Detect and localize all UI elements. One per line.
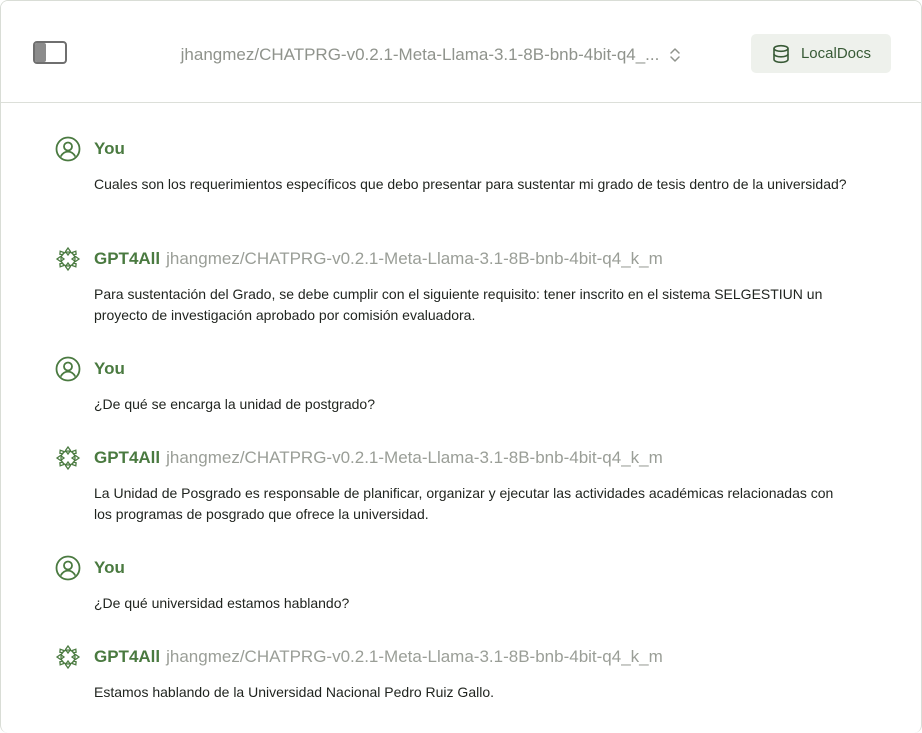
localdocs-label: LocalDocs	[800, 45, 872, 62]
message-author: You	[94, 359, 125, 378]
gpt4all-logo-icon	[55, 445, 81, 471]
message-header: GPT4All jhangmez/CHATPRG-v0.2.1-Meta-Lla…	[55, 644, 663, 670]
message-header: GPT4All jhangmez/CHATPRG-v0.2.1-Meta-Lla…	[55, 445, 663, 471]
user-circle-icon	[55, 136, 81, 162]
message-header: You	[55, 136, 125, 162]
message-model-name: jhangmez/CHATPRG-v0.2.1-Meta-Llama-3.1-8…	[166, 249, 663, 268]
chat-window: jhangmez/CHATPRG-v0.2.1-Meta-Llama-3.1-8…	[0, 0, 922, 733]
message-text: Cuales son los requerimientos específico…	[94, 176, 847, 192]
message-author: GPT4All	[94, 448, 161, 467]
message-text: Estamos hablando de la Universidad Nacio…	[94, 684, 494, 700]
message-text: ¿De qué se encarga la unidad de postgrad…	[94, 396, 375, 412]
localdocs-button[interactable]: LocalDocs	[751, 34, 891, 73]
model-selector-label: jhangmez/CHATPRG-v0.2.1-Meta-Llama-3.1-8…	[180, 45, 660, 64]
message-model-name: jhangmez/CHATPRG-v0.2.1-Meta-Llama-3.1-8…	[166, 448, 663, 467]
gpt4all-logo-icon	[55, 246, 81, 272]
message-author: GPT4All	[94, 249, 161, 268]
message-header: GPT4All jhangmez/CHATPRG-v0.2.1-Meta-Lla…	[55, 246, 663, 272]
message-text: Para sustentación del Grado, se debe cum…	[94, 286, 823, 323]
database-icon	[773, 44, 789, 63]
gpt4all-logo-icon	[55, 644, 81, 670]
chevron-up-down-icon	[670, 48, 681, 62]
message-author: GPT4All	[94, 647, 161, 666]
message-header: You	[55, 356, 125, 382]
message-text: ¿De qué universidad estamos hablando?	[94, 595, 350, 611]
message-header: You	[55, 555, 125, 581]
chat-header: jhangmez/CHATPRG-v0.2.1-Meta-Llama-3.1-8…	[1, 1, 921, 103]
user-circle-icon	[55, 555, 81, 581]
sidebar-toggle-icon	[33, 41, 67, 64]
message-model-name: jhangmez/CHATPRG-v0.2.1-Meta-Llama-3.1-8…	[166, 647, 663, 666]
message-author: You	[94, 558, 125, 577]
sidebar-toggle-button[interactable]	[33, 41, 67, 64]
message-author: You	[94, 139, 125, 158]
user-circle-icon	[55, 356, 81, 382]
message-text: La Unidad de Posgrado es responsable de …	[94, 485, 834, 522]
model-selector[interactable]: jhangmez/CHATPRG-v0.2.1-Meta-Llama-3.1-8…	[151, 41, 711, 69]
